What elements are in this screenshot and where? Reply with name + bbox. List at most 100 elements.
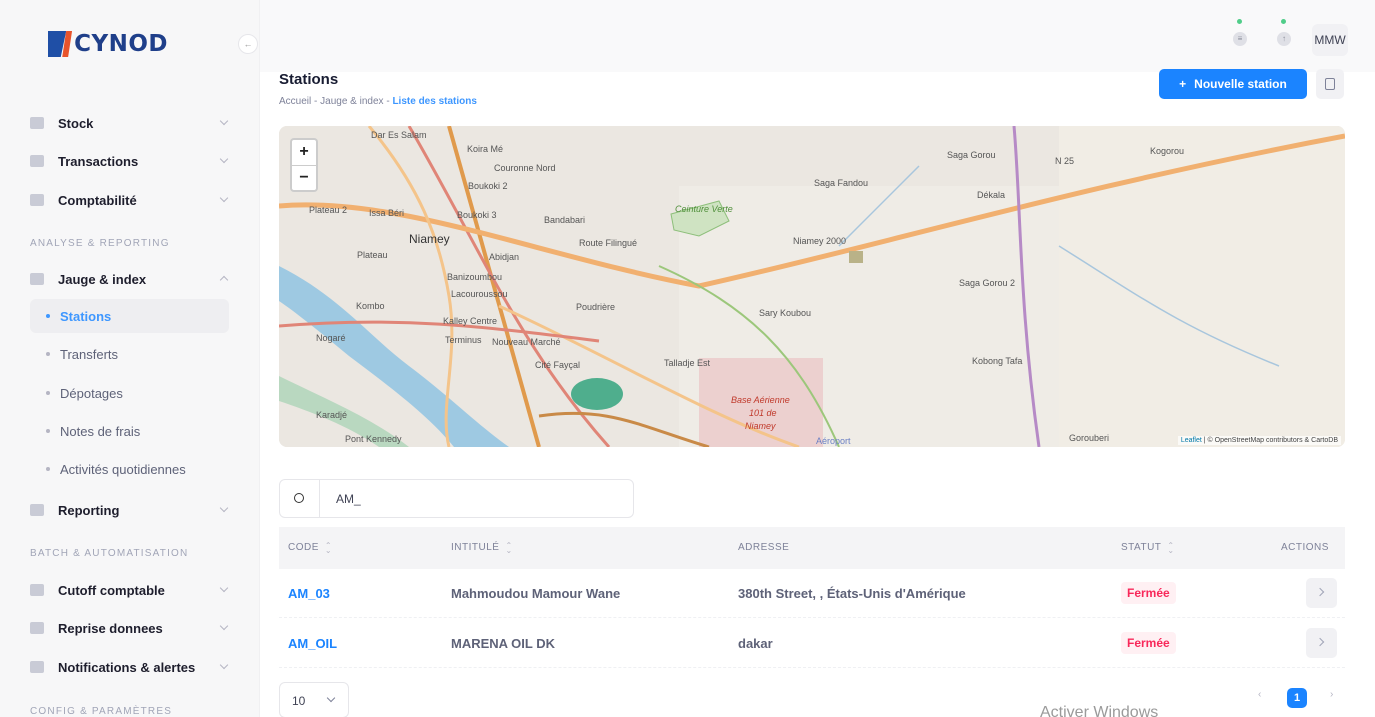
chevron-down-icon	[326, 693, 336, 703]
breadcrumb-current: Liste des stations	[392, 96, 477, 107]
new-station-button[interactable]: + Nouvelle station	[1159, 69, 1307, 99]
map-place-label: Plateau 2	[309, 205, 348, 215]
chevron-down-icon	[219, 154, 229, 164]
app-root: CYNOD ← Stock Transactions Comptabilité …	[0, 0, 1375, 717]
search-field[interactable]: AM_	[279, 479, 634, 518]
map-place-label: Kombo	[356, 301, 385, 311]
sidebar-item-label: Transactions	[58, 153, 139, 169]
sidebar-subitem-transferts[interactable]: Transferts	[30, 337, 229, 371]
zoom-in-button[interactable]: +	[292, 140, 316, 165]
page-title: Stations	[279, 71, 339, 88]
row-open-button[interactable]	[1306, 628, 1337, 658]
sidebar-item-transactions[interactable]: Transactions	[30, 144, 235, 178]
column-header-code[interactable]: CODE ⌃ ⌄	[288, 541, 332, 554]
chevron-down-icon	[219, 660, 229, 670]
sidebar-subitem-depotages[interactable]: Dépotages	[30, 376, 229, 410]
search-input[interactable]: AM_	[336, 492, 361, 506]
gauge-icon	[30, 273, 44, 285]
map-place-label: Niamey	[409, 232, 450, 246]
map-place-label: Terminus	[445, 335, 482, 345]
status-dot	[1237, 19, 1242, 24]
sidebar-item-jauge[interactable]: Jauge & index	[30, 262, 235, 296]
map-place-label: Saga Gorou 2	[959, 278, 1016, 288]
page-size-select[interactable]: 10	[279, 682, 349, 717]
table-row[interactable]: AM_OIL MARENA OIL DK dakar Fermée	[279, 620, 1345, 668]
bullet-icon	[46, 391, 50, 395]
row-open-button[interactable]	[1306, 578, 1337, 608]
leaflet-link[interactable]: Leaflet	[1181, 437, 1202, 444]
notifications-icon[interactable]: ≡	[1233, 32, 1247, 46]
bullet-icon	[46, 352, 50, 356]
map-place-label: Pont Kennedy	[345, 434, 402, 444]
plus-icon: +	[1179, 77, 1187, 91]
bullet-icon	[46, 429, 50, 433]
windows-activation-watermark: Activer Windows	[1040, 704, 1159, 717]
sidebar-collapse-button[interactable]: ←	[238, 34, 258, 54]
logo-text: CYNOD	[74, 31, 168, 57]
map-place-label: Saga Fandou	[814, 178, 869, 188]
sidebar-item-cutoff[interactable]: Cutoff comptable	[30, 573, 235, 607]
chevron-down-icon	[219, 193, 229, 203]
sidebar-subitem-notes-de-frais[interactable]: Notes de frais	[30, 414, 229, 448]
sidebar-item-stock[interactable]: Stock	[30, 106, 235, 140]
column-header-label: ADRESSE	[738, 542, 790, 553]
column-header-intitule[interactable]: INTITULÉ ⌃ ⌄	[451, 541, 513, 554]
pagination-prev-button[interactable]: ‹	[1258, 689, 1261, 700]
sidebar-subitem-stations[interactable]: Stations	[30, 299, 229, 333]
sidebar-subitem-label: Notes de frais	[60, 423, 141, 439]
sidebar-item-reprise[interactable]: Reprise donnees	[30, 611, 235, 645]
section-label-analyse: ANALYSE & REPORTING	[30, 238, 170, 249]
map-place-label: Niamey 2000	[793, 236, 847, 246]
map-place-label: Karadjé	[316, 410, 348, 420]
zoom-out-button[interactable]: −	[292, 165, 316, 190]
sidebar-subitem-activites[interactable]: Activités quotidiennes	[30, 452, 229, 486]
user-avatar[interactable]: MMW	[1312, 24, 1348, 56]
map-place-label: 101 de	[749, 408, 777, 418]
row-code-link[interactable]: AM_03	[288, 586, 330, 601]
breadcrumb-item[interactable]: Accueil	[279, 96, 311, 107]
column-header-label: ACTIONS	[1281, 542, 1329, 553]
row-code-link[interactable]: AM_OIL	[288, 636, 337, 651]
map-place-label: Nogaré	[316, 333, 346, 343]
map-place-label: Talladje Est	[664, 358, 711, 368]
map-place-label: Base Aérienne	[731, 395, 790, 405]
pagination-next-button[interactable]: ›	[1330, 689, 1333, 700]
sidebar-item-comptabilite[interactable]: Comptabilité	[30, 183, 235, 217]
map-place-label: Plateau	[357, 250, 388, 260]
chevron-down-icon	[219, 583, 229, 593]
breadcrumb-separator: -	[386, 96, 390, 107]
cutoff-icon	[30, 584, 44, 596]
map-place-label: Sary Koubou	[759, 308, 812, 318]
status-badge: Fermée	[1121, 632, 1176, 654]
pagination-current-page[interactable]: 1	[1287, 688, 1307, 708]
map-place-label: Route Filingué	[579, 238, 638, 248]
breadcrumb: Accueil - Jauge & index - Liste des stat…	[279, 96, 477, 107]
map-tiles	[279, 126, 1345, 447]
map-place-label: Kobong Tafa	[972, 356, 1023, 366]
row-adresse: 380th Street, , États-Unis d'Amérique	[738, 586, 966, 601]
map-place-label: Poudrière	[576, 302, 616, 312]
upload-icon[interactable]: ↑	[1277, 32, 1291, 46]
arrow-left-icon: ←	[243, 39, 253, 49]
sidebar-item-reporting[interactable]: Reporting	[30, 493, 235, 527]
map-place-label: Koira Mé	[467, 144, 504, 154]
map-place-label: Gorouberi	[1069, 433, 1110, 443]
column-header-statut[interactable]: STATUT ⌃ ⌄	[1121, 541, 1175, 554]
map-place-label: Ceinture Verte	[675, 204, 733, 214]
map-place-label: Kogorou	[1150, 146, 1185, 156]
table-row[interactable]: AM_03 Mahmoudou Mamour Wane 380th Street…	[279, 570, 1345, 618]
side-panel-button[interactable]	[1316, 69, 1344, 99]
bell-icon	[30, 661, 44, 673]
map-road-label: N 25	[1055, 156, 1075, 166]
new-station-label: Nouvelle station	[1194, 77, 1287, 91]
sidebar-item-notifications[interactable]: Notifications & alertes	[30, 650, 235, 684]
chart-icon	[30, 622, 44, 634]
breadcrumb-item[interactable]: Jauge & index	[320, 96, 383, 107]
topbar	[260, 0, 1375, 72]
breadcrumb-separator: -	[314, 96, 318, 107]
page-size-value: 10	[292, 694, 306, 708]
stations-map[interactable]: + − Dar Es Salam Koira Mé Couronne Nord …	[279, 126, 1345, 447]
logo[interactable]: CYNOD	[48, 28, 168, 60]
column-header-label: CODE	[288, 542, 319, 553]
chevron-down-icon	[219, 503, 229, 513]
